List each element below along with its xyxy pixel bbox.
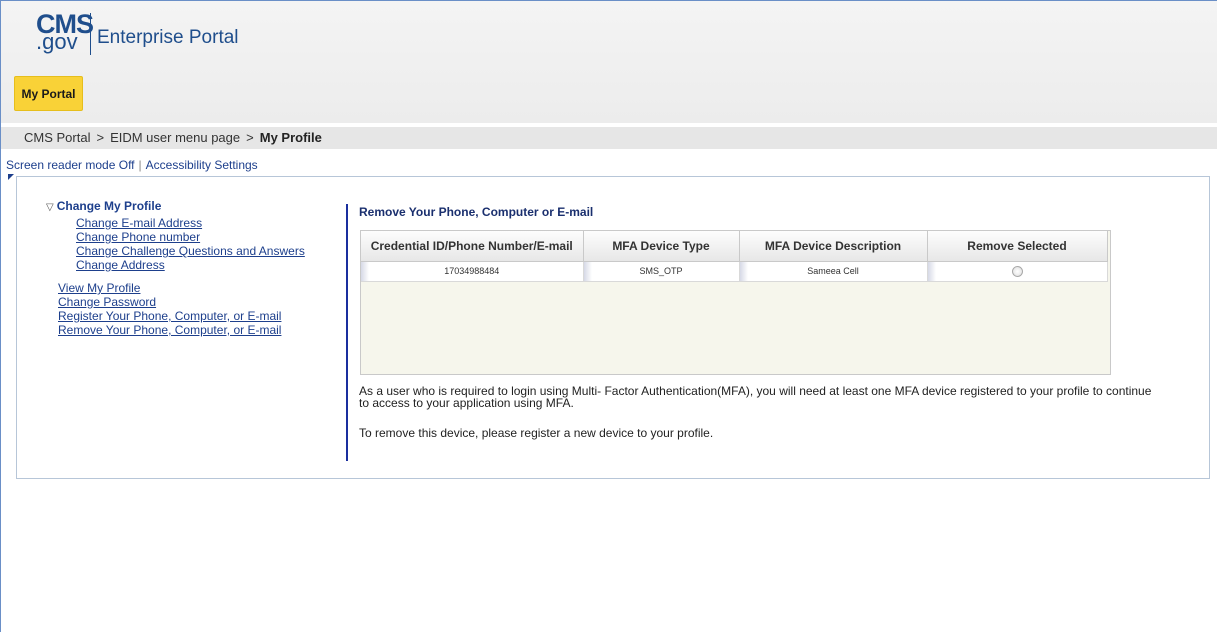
change-password-link[interactable]: Change Password bbox=[58, 295, 305, 309]
my-portal-tab[interactable]: My Portal bbox=[14, 76, 83, 111]
change-my-profile-section[interactable]: ▽ Change My Profile bbox=[46, 199, 305, 213]
mfa-device-table: Credential ID/Phone Number/E-mail MFA De… bbox=[361, 231, 1108, 282]
remove-device-link[interactable]: Remove Your Phone, Computer, or E-mail bbox=[58, 323, 305, 337]
breadcrumb-current: My Profile bbox=[259, 130, 322, 145]
column-header-credential[interactable]: Credential ID/Phone Number/E-mail bbox=[361, 231, 584, 262]
cell-edge-shade bbox=[583, 261, 592, 281]
view-my-profile-link[interactable]: View My Profile bbox=[58, 281, 305, 295]
breadcrumb-separator: > bbox=[96, 130, 105, 145]
screen-reader-toggle[interactable]: Screen reader mode Off bbox=[6, 158, 135, 172]
column-header-device-description[interactable]: MFA Device Description bbox=[739, 231, 928, 262]
logo-divider bbox=[90, 13, 91, 55]
device-type-value: SMS_OTP bbox=[639, 266, 683, 276]
collapse-triangle-icon: ▽ bbox=[46, 202, 54, 213]
corner-marker bbox=[8, 174, 14, 180]
logo-gov-text: .gov bbox=[36, 29, 78, 54]
cell-device-type: SMS_OTP bbox=[583, 261, 740, 282]
breadcrumb-cms-portal[interactable]: CMS Portal bbox=[24, 130, 90, 145]
mfa-info-text: As a user who is required to login using… bbox=[359, 384, 1152, 410]
table-header-row: Credential ID/Phone Number/E-mail MFA De… bbox=[361, 231, 1108, 262]
credential-value: 17034988484 bbox=[444, 266, 500, 276]
breadcrumb-separator: > bbox=[246, 130, 254, 145]
remove-device-radio[interactable] bbox=[1011, 265, 1023, 277]
profile-main-links: View My Profile Change Password Register… bbox=[58, 281, 305, 337]
portal-name: Enterprise Portal bbox=[97, 27, 239, 48]
content-divider bbox=[346, 204, 348, 461]
breadcrumb-eidm-menu[interactable]: EIDM user menu page bbox=[110, 130, 240, 145]
cell-remove-selected bbox=[927, 261, 1108, 282]
profile-sidebar: ▽ Change My Profile Change E-mail Address… bbox=[46, 199, 305, 337]
change-phone-link[interactable]: Change Phone number bbox=[76, 230, 305, 244]
change-address-link[interactable]: Change Address bbox=[76, 258, 305, 272]
accessibility-bar: Screen reader mode Off | Accessibility Set… bbox=[6, 158, 258, 172]
cell-credential: 17034988484 bbox=[361, 261, 584, 282]
mfa-device-grid: Credential ID/Phone Number/E-mail MFA De… bbox=[360, 230, 1111, 375]
breadcrumb: CMS Portal > EIDM user menu page > My Profil… bbox=[1, 127, 1217, 149]
profile-sub-links: Change E-mail Address Change Phone numbe… bbox=[76, 216, 305, 272]
register-device-link[interactable]: Register Your Phone, Computer, or E-mail bbox=[58, 309, 305, 323]
cell-device-description: Sameea Cell bbox=[739, 261, 928, 282]
profile-panel: ▽ Change My Profile Change E-mail Address… bbox=[16, 176, 1210, 479]
cell-edge-shade bbox=[739, 261, 748, 281]
table-row[interactable]: 17034988484 SMS_OTP Sameea Cell bbox=[361, 261, 1108, 282]
cell-edge-shade bbox=[927, 261, 936, 281]
change-challenge-questions-link[interactable]: Change Challenge Questions and Answers bbox=[76, 244, 305, 258]
remove-device-note: To remove this device, please register a… bbox=[359, 426, 714, 440]
section-title: Change My Profile bbox=[56, 199, 162, 213]
accessibility-settings-link[interactable]: Accessibility Settings bbox=[146, 158, 258, 172]
device-description-value: Sameea Cell bbox=[807, 266, 859, 276]
page-title: Remove Your Phone, Computer or E-mail bbox=[359, 205, 594, 219]
cell-edge-shade bbox=[361, 261, 369, 281]
accessibility-divider: | bbox=[138, 158, 142, 172]
column-header-device-type[interactable]: MFA Device Type bbox=[583, 231, 740, 262]
column-header-remove-selected[interactable]: Remove Selected bbox=[927, 231, 1108, 262]
change-email-link[interactable]: Change E-mail Address bbox=[76, 216, 305, 230]
site-header: CMS .gov Enterprise Portal My Portal bbox=[1, 1, 1217, 123]
